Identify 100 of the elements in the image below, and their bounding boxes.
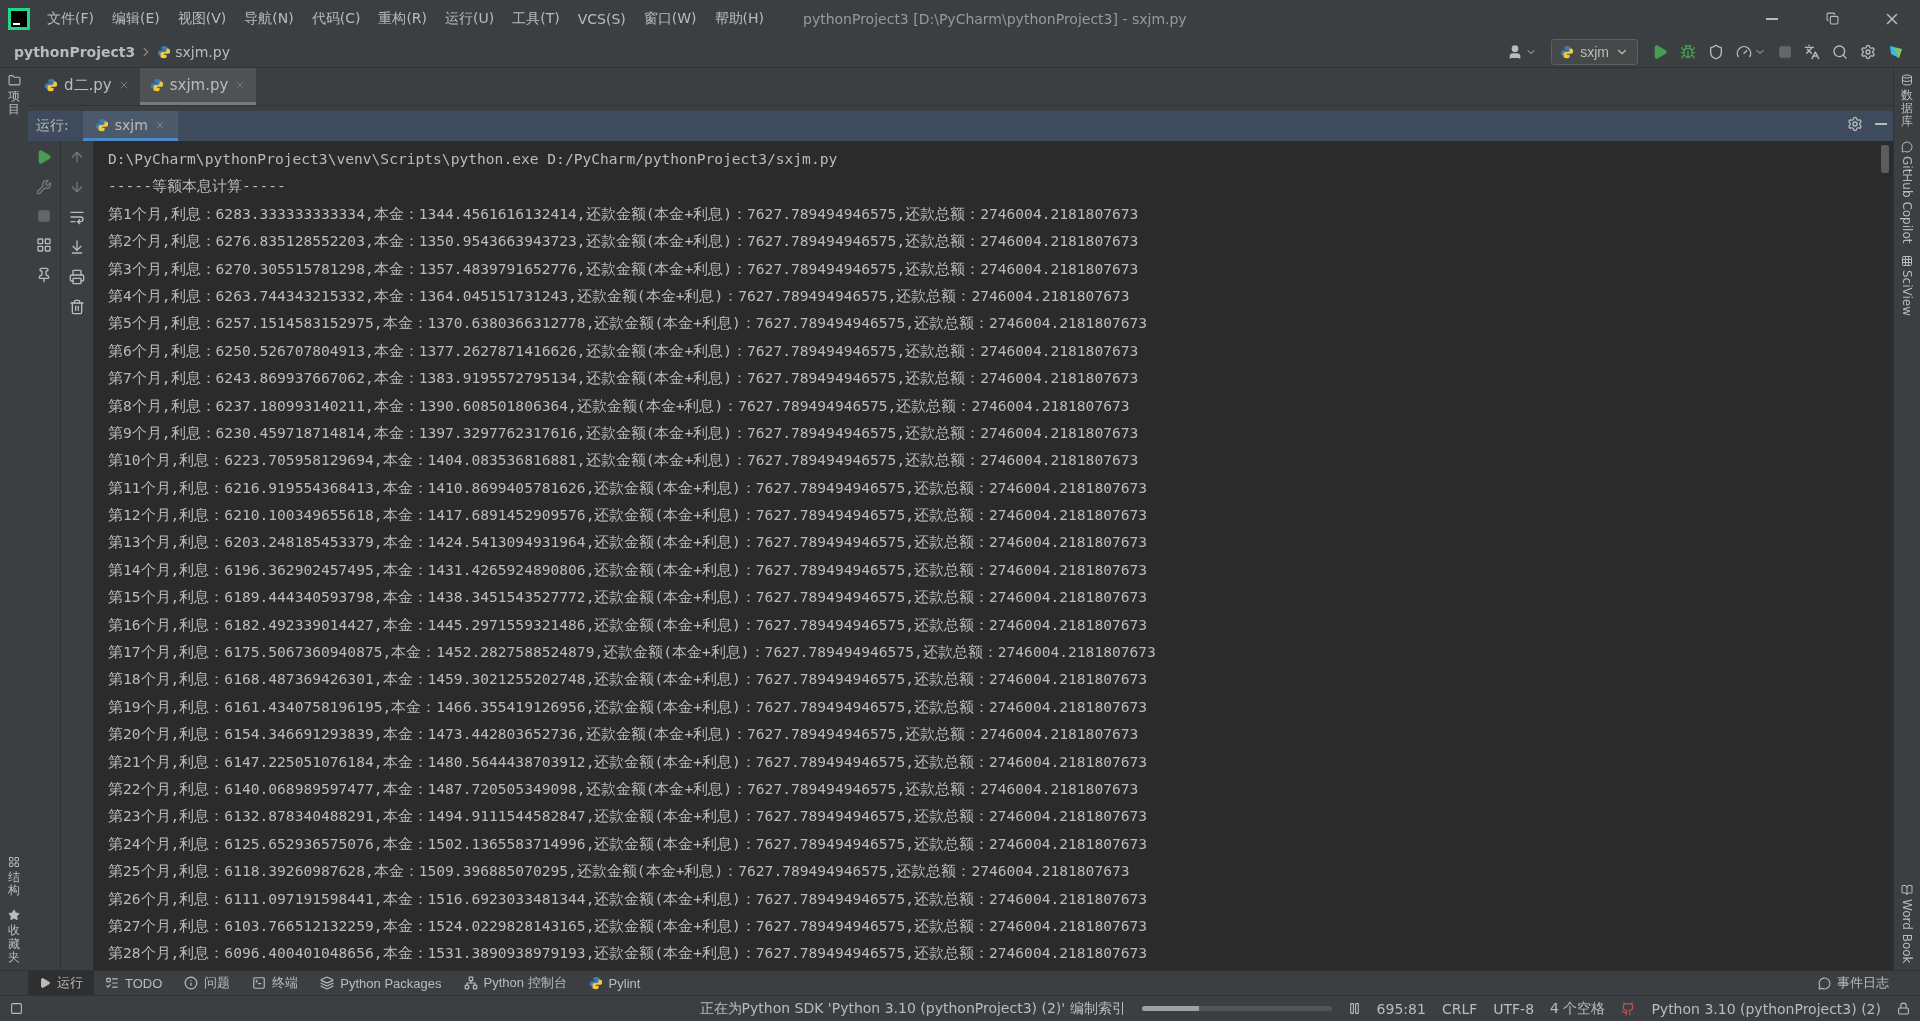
run-tab[interactable]: sxjm (82, 111, 178, 141)
tool-window-button[interactable]: 问题 (173, 971, 242, 995)
tool-window-button[interactable]: TODO (94, 971, 174, 995)
console-line: D:\PyCharm\pythonProject3\venv\Scripts\python.exe D:/PyCharm/pythonProject3/sxjm.py (108, 149, 839, 169)
breadcrumb-item[interactable]: pythonProject3 (14, 44, 136, 60)
play-icon (1652, 44, 1668, 60)
tool-window-tab[interactable]: 结构 (8, 871, 20, 898)
speech-bubble-icon (1818, 976, 1831, 990)
file-encoding[interactable]: UTF-8 (1493, 1000, 1535, 1017)
menu-item[interactable]: 帮助(H) (707, 9, 771, 28)
search-icon (1832, 44, 1848, 60)
terminal-icon (252, 976, 267, 990)
console-line: 第12个月,利息：6210.100349655618,本金：1417.6891452909576,还款金额(本金+利息)：7627.789494946575,还款总额：2746004.2181807673 (108, 505, 1149, 526)
run-config-dropdown[interactable]: sxjm (1551, 39, 1638, 65)
console-line: 第7个月,利息：6243.869937667062,本金：1383.9195572795134,还款金额(本金+利息)：7627.789494946575,还款总额：2746004.2181807673 (108, 368, 1140, 389)
settings-icon (1847, 116, 1863, 132)
tool-window-tab[interactable]: Word Book (1900, 899, 1914, 964)
console-line: 第20个月,利息：6154.346691293839,本金：1473.442803652736,还款金额(本金+利息)：7627.789494946575,还款总额：2746004.2181807673 (108, 724, 1140, 745)
editor-tab[interactable]: sxjm.py (139, 68, 257, 105)
layout-icon[interactable] (36, 237, 52, 253)
console-line: 第21个月,利息：6147.225051076184,本金：1480.5644438703912,还款金额(本金+利息)：7627.789494946575,还款总额：2746004.2181807673 (108, 751, 1149, 772)
run-label: 运行: (36, 117, 69, 135)
mascot-icon[interactable] (1621, 1001, 1636, 1016)
wrench-icon[interactable] (36, 179, 52, 195)
console-line: 第15个月,利息：6189.444340593798,本金：1438.3451543527772,还款金额(本金+利息)：7627.789494946575,还款总额：2746004.2181807673 (108, 587, 1149, 608)
menu-item[interactable]: 导航(N) (237, 9, 301, 28)
console-line: 第16个月,利息：6182.492339014427,本金：1445.2971559321486,还款金额(本金+利息)：7627.789494946575,还款总额：2746004.2181807673 (108, 614, 1149, 635)
breadcrumb-item[interactable]: sxjm.py (175, 44, 230, 60)
menu-item[interactable]: 代码(C) (304, 9, 368, 28)
cursor-position[interactable]: 695:81 (1376, 1000, 1426, 1017)
console-line: 第24个月,利息：6125.652936575076,本金：1502.1365583714996,还款金额(本金+利息)：7627.789494946575,还款总额：2746004.2181807673 (108, 833, 1149, 854)
shield-icon (1708, 44, 1724, 60)
event-log-button[interactable]: 事件日志 (1807, 971, 1900, 995)
console-line: 第18个月,利息：6168.487369426301,本金：1459.3021255202748,还款金额(本金+利息)：7627.789494946575,还款总额：2746004.2181807673 (108, 669, 1149, 690)
tool-window-tab[interactable]: GitHub Copilot (1900, 155, 1914, 243)
tool-window-button[interactable]: 运行 (28, 971, 94, 995)
tool-window-button[interactable]: Python 控制台 (452, 971, 578, 995)
book-icon (1901, 884, 1913, 897)
play-icon (39, 977, 51, 989)
menu-item[interactable]: 视图(V) (170, 9, 234, 28)
trash-icon[interactable] (69, 299, 85, 315)
menu-item[interactable]: 编辑(E) (105, 9, 167, 28)
tool-window-button[interactable]: Pylint (577, 971, 652, 995)
tool-window-tab[interactable]: 收藏夹 (8, 924, 20, 964)
play-icon[interactable] (36, 149, 52, 165)
interpreter-selector[interactable]: Python 3.10 (pythonProject3) (2) (1651, 1000, 1881, 1017)
console-line: -----等额本息计算----- (108, 176, 287, 197)
minus-icon (1766, 17, 1778, 20)
chat-icon (1901, 140, 1913, 153)
pause-icon[interactable] (1347, 1002, 1361, 1015)
console-line: 第11个月,利息：6216.919554368413,本金：1410.8699405781626,还款金额(本金+利息)：7627.789494946575,还款总额：2746004.2181807673 (108, 477, 1149, 498)
scrollbar-thumb[interactable] (1881, 145, 1889, 173)
tool-window-button[interactable]: 终端 (241, 971, 310, 995)
translate-icon (1804, 44, 1820, 60)
info-icon (184, 976, 199, 990)
tool-window-button[interactable]: Python Packages (309, 971, 453, 995)
indent-setting[interactable]: 4 个空格 (1550, 999, 1606, 1018)
bug-icon (1680, 44, 1696, 60)
menu-item[interactable]: 窗口(W) (636, 9, 704, 28)
lock-icon[interactable] (1897, 1002, 1910, 1015)
printer-icon[interactable] (69, 269, 85, 285)
menu-item[interactable]: 运行(U) (438, 9, 502, 28)
console-line: 第17个月,利息：6175.5067360940875,本金：1452.2827588524879,还款金额(本金+利息)：7627.789494946575,还款总额：2746004.2181807673 (108, 642, 1157, 663)
console-line: 第14个月,利息：6196.362902457495,本金：1431.4265924890806,还款金额(本金+利息)：7627.789494946575,还款总额：2746004.2181807673 (108, 559, 1149, 580)
python-icon (149, 78, 164, 92)
console-line: 第9个月,利息：6230.459718714814,本金：1397.3297762317616,还款金额(本金+利息)：7627.789494946575,还款总额：2746004.2181807673 (108, 422, 1140, 443)
editor-tab[interactable]: d二.py (34, 68, 140, 105)
line-ending[interactable]: CRLF (1441, 1000, 1478, 1017)
menu-item[interactable]: 重构(R) (371, 9, 435, 28)
grid-icon (1901, 255, 1913, 267)
python-icon (588, 976, 603, 990)
settings-icon (1860, 44, 1876, 60)
tool-window-tab[interactable]: 项目 (8, 90, 20, 117)
minus-icon (1875, 123, 1887, 125)
wrap-icon[interactable] (69, 209, 85, 225)
panel-toggle-icon[interactable] (10, 1002, 23, 1015)
tool-window-tab[interactable]: 数据库 (1901, 89, 1913, 129)
menu-item[interactable]: VCS(S) (570, 10, 633, 27)
restore-icon (1825, 12, 1839, 25)
python-icon (157, 45, 172, 59)
console-line: 第5个月,利息：6257.1514583152975,本金：1370.6380366312778,还款金额(本金+利息)：7627.789494946575,还款总额：2746004.2181807673 (108, 313, 1149, 334)
database-icon (1901, 74, 1913, 86)
menu-item[interactable]: 文件(F) (40, 9, 101, 28)
stop-icon (1778, 45, 1792, 59)
console-line: 第1个月,利息：6283.333333333334,本金：1344.4561616132414,还款金额(本金+利息)：7627.789494946575,还款总额：2746004.2181807673 (108, 203, 1140, 224)
structure-icon (8, 856, 20, 869)
console-line: 第4个月,利息：6263.744343215332,本金：1364.045151731243,还款金额(本金+利息)：7627.789494946575,还款总额：2746004.2181807673 (108, 285, 1131, 306)
scroll-to-end-icon[interactable] (69, 239, 85, 255)
pin-icon[interactable] (36, 267, 52, 283)
console-line: 第13个月,利息：6203.248185453379,本金：1424.5413094931964,还款金额(本金+利息)：7627.789494946575,还款总额：2746004.2181807673 (108, 532, 1149, 553)
python-icon (44, 78, 58, 92)
menu-item[interactable]: 工具(T) (505, 9, 567, 28)
console-line: 第2个月,利息：6276.835128552203,本金：1350.9543663943723,还款金额(本金+利息)：7627.789494946575,还款总额：2746004.2181807673 (108, 231, 1140, 252)
console-line: 第8个月,利息：6237.180993140211,本金：1390.608501806364,还款金额(本金+利息)：7627.789494946575,还款总额：2746004.2181807673 (108, 395, 1131, 416)
folder-icon (7, 74, 21, 87)
console-line: 第19个月,利息：6161.4340758196195,本金：1466.355419126956,还款金额(本金+利息)：7627.789494946575,还款总额：2746004.2181807673 (108, 696, 1149, 717)
window-title: pythonProject3 [D:\PyCharm\pythonProject3] - sxjm.py (803, 10, 1188, 27)
status-message: 正在为Python SDK 'Python 3.10 (pythonProject3) (2)' 编制索引 (699, 999, 1126, 1018)
python-icon (94, 117, 109, 132)
tool-window-tab[interactable]: SciView (1900, 270, 1914, 317)
